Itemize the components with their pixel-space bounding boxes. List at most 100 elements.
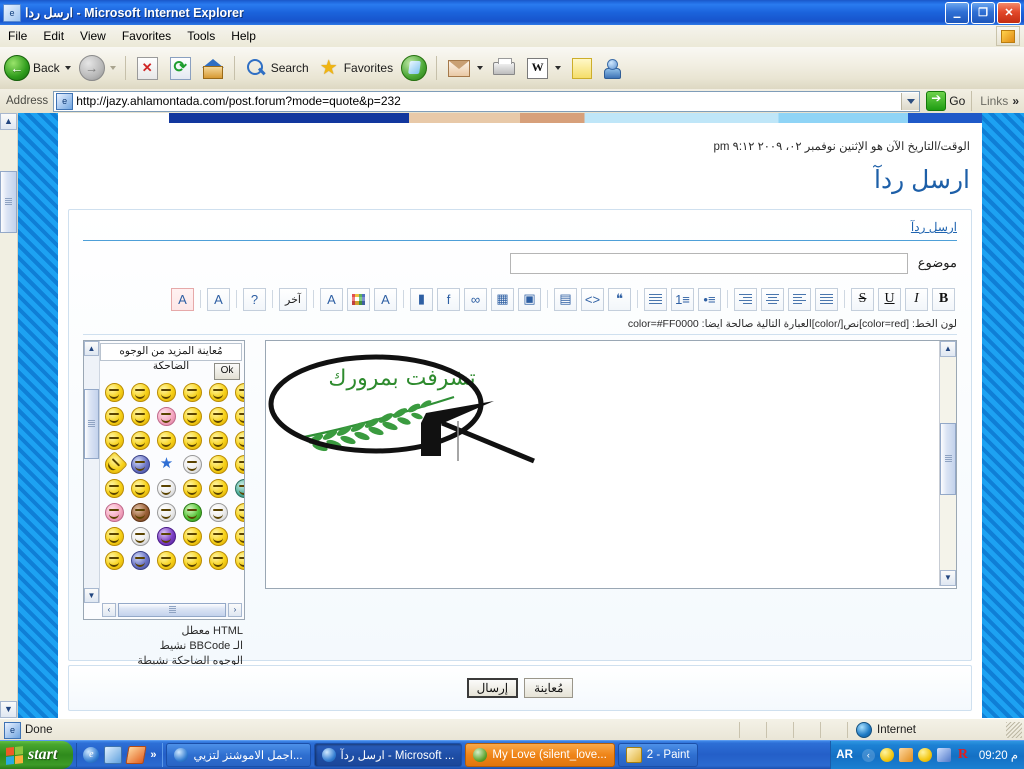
stop-button[interactable] [131, 51, 164, 85]
address-dropdown-button[interactable] [901, 92, 920, 110]
back-dropdown-icon[interactable] [64, 66, 71, 70]
tray-expand-icon[interactable]: ‹ [861, 748, 875, 762]
smiley-yellow[interactable] [183, 431, 202, 450]
bulleted-list-button[interactable]: •≡ [698, 287, 721, 311]
forward-button[interactable]: → [75, 51, 120, 85]
smiley-yellow[interactable] [157, 383, 176, 402]
smiley-blue[interactable] [131, 455, 150, 474]
antivirus-tray-icon[interactable]: R [956, 748, 970, 762]
smiley-yellow[interactable] [131, 383, 150, 402]
smiley-yellow[interactable] [157, 551, 176, 570]
smiley-yellow[interactable] [183, 527, 202, 546]
smiley-yellow[interactable] [235, 455, 244, 474]
restore-button[interactable]: ❐ [971, 1, 995, 24]
insert-image-saved-button[interactable]: ▣ [518, 287, 541, 311]
smiley-star[interactable]: ★ [158, 455, 175, 472]
forward-dropdown-icon[interactable] [109, 66, 116, 70]
menu-tools[interactable]: Tools [179, 27, 223, 45]
smiley-yellow[interactable] [183, 551, 202, 570]
textarea-scroll-up-button[interactable]: ▲ [940, 341, 956, 357]
align-justify-button[interactable] [815, 287, 838, 311]
quote-button[interactable]: ❝ [608, 287, 631, 311]
smiley-yellow[interactable] [105, 407, 124, 426]
edit-button[interactable] [521, 51, 565, 85]
media-player-quicklaunch-icon[interactable] [125, 746, 147, 764]
textarea-scroll-down-button[interactable]: ▼ [940, 570, 956, 586]
reply-form-link[interactable]: ارسل ردآ [911, 220, 957, 234]
network-tray-icon[interactable] [936, 748, 951, 762]
smiley-white[interactable] [183, 455, 202, 474]
favorites-button[interactable]: ★ Favorites [313, 51, 397, 85]
menu-help[interactable]: Help [223, 27, 264, 45]
resize-grip-icon[interactable] [1006, 722, 1022, 738]
smiley-yellow[interactable] [105, 551, 124, 570]
smiley-yellow[interactable] [235, 431, 244, 450]
smiley-yellow[interactable] [157, 431, 176, 450]
smiley-yellow[interactable] [235, 383, 244, 402]
insert-link-button[interactable]: ∞ [464, 287, 487, 311]
page-vertical-scrollbar[interactable]: ▲ ▼ [0, 113, 18, 718]
messenger-button[interactable] [599, 51, 631, 85]
smiley-yellow[interactable] [105, 383, 124, 402]
smiley-white[interactable] [131, 527, 150, 546]
numbered-list-button[interactable]: 1≡ [671, 287, 694, 311]
smiley-heart[interactable] [101, 451, 128, 478]
smilies-scroll-left-button[interactable]: ‹ [102, 603, 116, 617]
taskbar-item-messenger[interactable]: My Love (silent_love... [465, 743, 615, 767]
smiley-yellow[interactable] [209, 383, 228, 402]
indent-button[interactable] [644, 287, 667, 311]
taskbar-item-reply[interactable]: ارسل ردآ - Microsoft ... [313, 743, 463, 767]
language-indicator[interactable]: AR [836, 749, 857, 761]
smiley-white[interactable] [157, 479, 176, 498]
smiley-green[interactable] [183, 503, 202, 522]
smilies-ok-button[interactable]: Ok [214, 363, 240, 380]
menu-view[interactable]: View [72, 27, 114, 45]
align-left-button[interactable] [788, 287, 811, 311]
scrollbar-thumb[interactable] [0, 171, 17, 233]
menu-favorites[interactable]: Favorites [114, 27, 179, 45]
smiley-yellow[interactable] [209, 455, 228, 474]
smiley-yellow[interactable] [235, 407, 244, 426]
smiley-yellow[interactable] [131, 479, 150, 498]
mail-dropdown-icon[interactable] [477, 66, 484, 70]
smiley-yellow[interactable] [209, 479, 228, 498]
smiley-brown[interactable] [131, 503, 150, 522]
smiley-teal[interactable] [235, 479, 244, 498]
smilies-hscrollbar-thumb[interactable] [118, 603, 226, 617]
show-desktop-icon[interactable] [104, 746, 123, 764]
smilies-scrollbar-thumb[interactable] [84, 389, 99, 459]
minimize-button[interactable]: – [945, 1, 969, 24]
mail-tray-icon[interactable] [898, 748, 913, 762]
menu-file[interactable]: File [0, 27, 35, 45]
bold-button[interactable]: B [932, 287, 955, 311]
start-button[interactable]: start [0, 741, 74, 769]
help-button[interactable]: ? [243, 287, 266, 311]
refresh-button[interactable] [164, 51, 197, 85]
smiley-yellow[interactable] [183, 479, 202, 498]
submit-button[interactable]: إرسال [466, 678, 519, 698]
textarea-scrollbar-thumb[interactable] [940, 423, 956, 495]
font-face-button[interactable]: A [374, 287, 397, 311]
smiley-white[interactable] [157, 503, 176, 522]
smilies-horizontal-scrollbar[interactable]: ‹ › [102, 603, 242, 617]
preview-button[interactable]: مُعاينة [524, 678, 574, 698]
go-button[interactable]: Go [920, 91, 971, 111]
smiley-yellow[interactable] [235, 503, 244, 522]
underline-button[interactable]: U [878, 287, 901, 311]
smilies-scroll-down-button[interactable]: ▼ [84, 588, 99, 603]
textarea-vertical-scrollbar[interactable]: ▲ ▼ [939, 341, 956, 586]
font-style-button[interactable]: A [207, 287, 230, 311]
smiley-white[interactable] [209, 503, 228, 522]
mail-button[interactable] [442, 51, 487, 85]
back-button[interactable]: ← Back [0, 51, 75, 85]
table-button[interactable]: ▤ [554, 287, 577, 311]
insert-video-button[interactable]: ▮ [410, 287, 433, 311]
smiley-purple[interactable] [157, 527, 176, 546]
code-button[interactable]: <> [581, 287, 604, 311]
font-color-button[interactable] [347, 287, 370, 311]
messenger-tray-icon[interactable] [879, 748, 894, 762]
search-button[interactable]: Search [240, 51, 313, 85]
edit-dropdown-icon[interactable] [555, 66, 562, 70]
insert-image-button[interactable]: ▦ [491, 287, 514, 311]
smiley-yellow[interactable] [105, 527, 124, 546]
